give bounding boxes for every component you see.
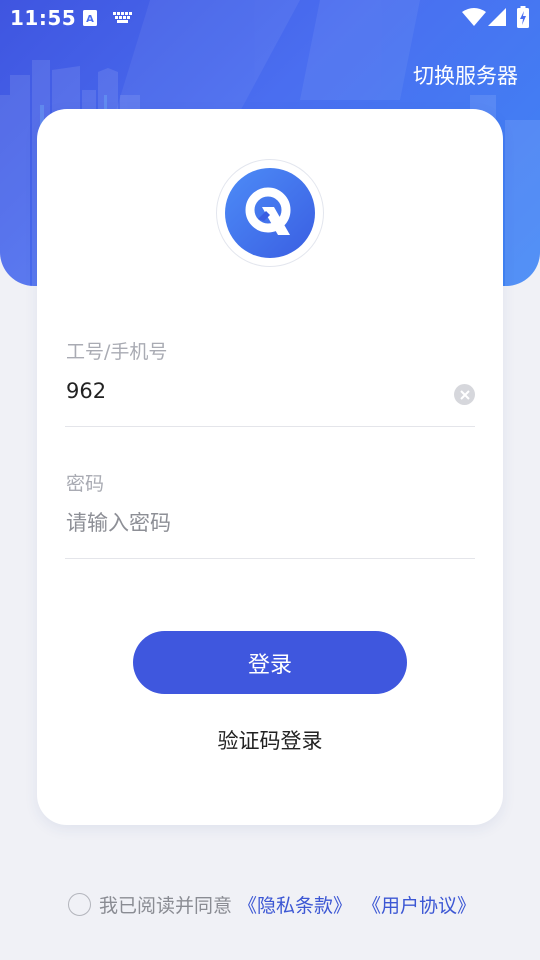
wifi-icon	[462, 8, 486, 26]
clear-icon[interactable]	[454, 384, 475, 405]
keyboard-a-icon: A	[83, 10, 97, 26]
battery-icon	[517, 6, 529, 28]
account-label: 工号/手机号	[66, 341, 168, 363]
login-button[interactable]: 登录	[133, 631, 407, 694]
signal-icon	[488, 8, 506, 26]
password-divider	[65, 558, 475, 559]
user-agreement-link[interactable]: 《用户协议》	[362, 891, 476, 918]
login-card: 工号/手机号 密码 登录 验证码登录	[37, 109, 503, 825]
status-bar: 11:55 A	[0, 0, 540, 36]
code-login-link[interactable]: 验证码登录	[37, 725, 503, 755]
logo-q-glyph	[245, 187, 291, 235]
switch-server-button[interactable]: 切换服务器	[413, 60, 518, 90]
password-input[interactable]	[66, 511, 446, 535]
account-input[interactable]	[66, 379, 446, 403]
agreement-text: 我已阅读并同意	[99, 894, 233, 917]
password-label: 密码	[66, 473, 105, 495]
radio-unchecked-icon[interactable]	[68, 892, 91, 916]
app-logo-icon	[225, 168, 315, 258]
privacy-policy-link[interactable]: 《隐私条款》	[238, 891, 352, 918]
account-divider	[65, 426, 475, 427]
agreement-row: 我已阅读并同意 《隐私条款》 《用户协议》	[68, 890, 476, 918]
svg-text:A: A	[86, 14, 94, 25]
app-logo	[216, 159, 324, 267]
status-time: 11:55	[10, 6, 77, 30]
keyboard-icon	[113, 12, 132, 23]
